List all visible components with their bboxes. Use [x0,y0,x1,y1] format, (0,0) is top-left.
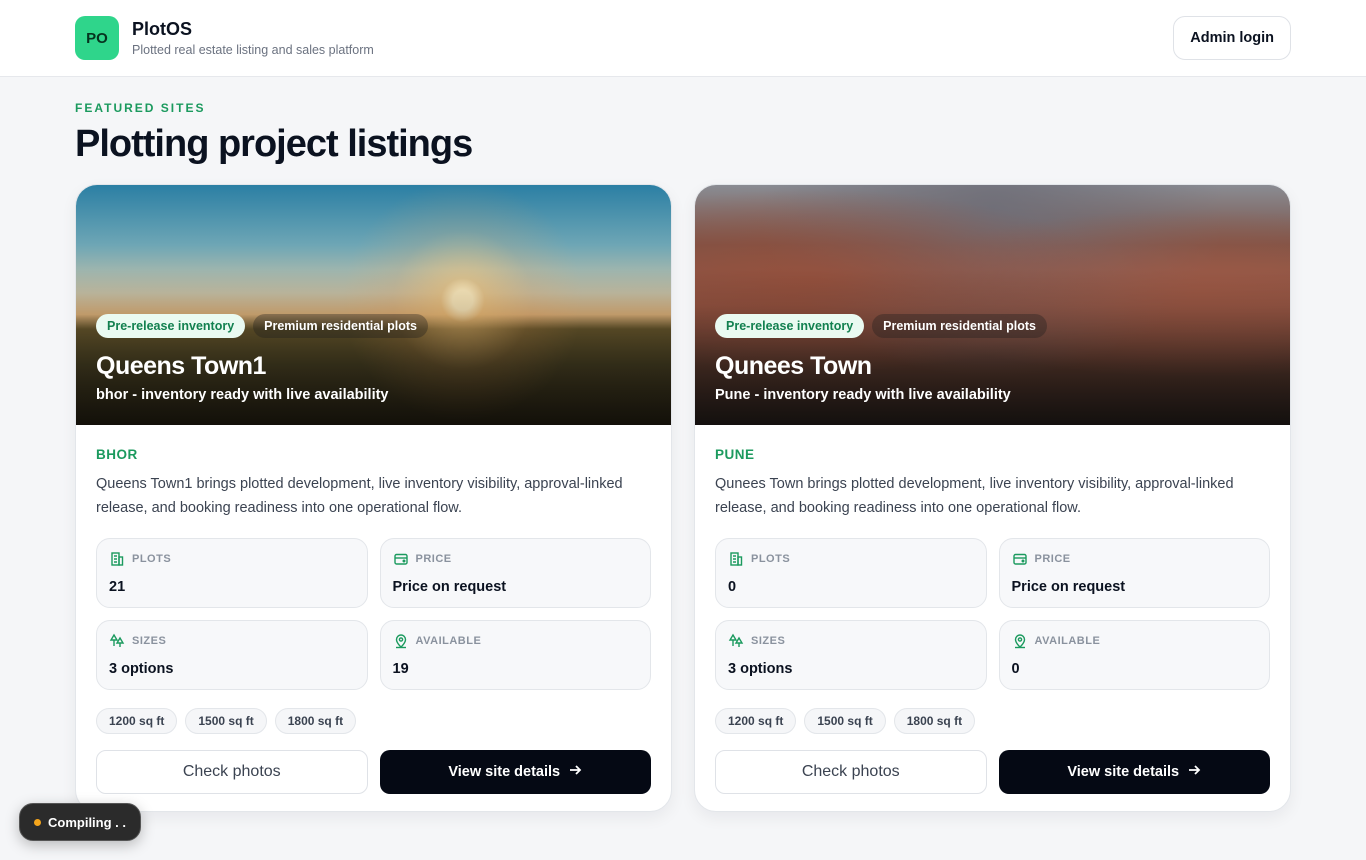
listing-body: PUNE Qunees Town brings plotted developm… [695,425,1290,794]
stats-grid: PLOTS 0 PRICE Price on request SIZES 3 o… [715,538,1270,690]
brand-text: PlotOS Plotted real estate listing and s… [132,19,374,57]
check-photos-button[interactable]: Check photos [96,750,368,794]
map-pin-icon [393,633,409,649]
admin-login-button[interactable]: Admin login [1173,16,1291,60]
brand: PO PlotOS Plotted real estate listing an… [75,16,374,60]
stat-value: 21 [109,579,126,595]
size-chip: 1800 sq ft [893,708,976,734]
listing-card: Pre-release inventory Premium residentia… [75,184,672,812]
listing-subtitle: Pune - inventory ready with live availab… [715,387,1011,403]
brand-tagline: Plotted real estate listing and sales pl… [132,43,374,57]
listing-city: PUNE [715,447,755,462]
size-chip: 1800 sq ft [274,708,357,734]
stat-value: Price on request [1011,579,1126,595]
listing-body: BHOR Queens Town1 brings plotted develop… [76,425,671,794]
stat-value: 0 [728,579,737,595]
check-photos-button[interactable]: Check photos [715,750,987,794]
size-chips: 1200 sq ft 1500 sq ft 1800 sq ft [715,708,1270,734]
listing-city: BHOR [96,447,138,462]
compiling-status-toast[interactable]: Compiling . . [19,803,141,841]
stat-label: PRICE [1034,553,1071,565]
listing-subtitle: bhor - inventory ready with live availab… [96,387,389,403]
hero-overlay: Pre-release inventory Premium residentia… [715,314,1270,403]
type-badge: Premium residential plots [253,314,428,338]
stat-label: AVAILABLE [415,635,482,647]
listing-hero-image[interactable]: Pre-release inventory Premium residentia… [695,185,1290,425]
card-actions: Check photos View site details [715,750,1270,794]
stat-price: PRICE Price on request [379,538,651,608]
hero-overlay: Pre-release inventory Premium residentia… [96,314,651,403]
top-bar: PO PlotOS Plotted real estate listing an… [0,0,1366,77]
main-content: FEATURED SITES Plotting project listings… [0,77,1366,812]
stat-label: PLOTS [751,553,791,565]
stat-sizes: SIZES 3 options [96,620,368,690]
stat-value: 19 [392,661,409,677]
stat-sizes: SIZES 3 options [715,620,987,690]
size-chip: 1500 sq ft [185,708,267,734]
section-eyebrow: FEATURED SITES [75,101,206,115]
trees-icon [109,633,125,649]
stat-label: AVAILABLE [1034,635,1101,647]
view-site-details-label: View site details [1067,764,1180,780]
stat-available: AVAILABLE 0 [998,620,1270,690]
brand-logo[interactable]: PO [75,16,119,60]
wallet-icon [393,551,409,567]
stat-label: PRICE [415,553,452,565]
card-actions: Check photos View site details [96,750,651,794]
stat-value: 0 [1011,661,1020,677]
listing-hero-image[interactable]: Pre-release inventory Premium residentia… [76,185,671,425]
size-chips: 1200 sq ft 1500 sq ft 1800 sq ft [96,708,651,734]
size-chip: 1500 sq ft [804,708,886,734]
wallet-icon [1012,551,1028,567]
listing-title: Queens Town1 [96,352,266,380]
stat-available: AVAILABLE 19 [379,620,651,690]
stat-value: 3 options [728,661,793,677]
size-chip: 1200 sq ft [96,708,178,734]
listing-card: Pre-release inventory Premium residentia… [694,184,1291,812]
stat-price: PRICE Price on request [998,538,1270,608]
listing-description: Qunees Town brings plotted development, … [715,476,1234,516]
stat-plots: PLOTS 21 [96,538,368,608]
building-icon [109,551,125,567]
view-site-details-button[interactable]: View site details [379,750,651,794]
listing-cards: Pre-release inventory Premium residentia… [75,184,1291,812]
trees-icon [728,633,744,649]
arrow-right-icon [568,763,582,781]
compiling-label: Compiling . . [48,814,126,830]
brand-name: PlotOS [132,19,193,39]
status-dot [34,818,41,826]
stat-label: SIZES [132,635,167,647]
size-chip: 1200 sq ft [715,708,797,734]
stat-label: SIZES [751,635,786,647]
map-pin-icon [1012,633,1028,649]
status-badge: Pre-release inventory [715,314,865,338]
stat-label: PLOTS [132,553,172,565]
arrow-right-icon [1187,763,1201,781]
building-icon [728,551,744,567]
stat-plots: PLOTS 0 [715,538,987,608]
stat-value: Price on request [392,579,507,595]
listing-description: Queens Town1 brings plotted development,… [96,476,623,516]
page-title: Plotting project listings [75,123,473,165]
view-site-details-label: View site details [448,764,561,780]
stat-value: 3 options [109,661,174,677]
stats-grid: PLOTS 21 PRICE Price on request SIZES 3 … [96,538,651,690]
hero-chips: Pre-release inventory Premium residentia… [96,314,651,338]
type-badge: Premium residential plots [872,314,1047,338]
listing-title: Qunees Town [715,352,872,380]
status-badge: Pre-release inventory [96,314,246,338]
view-site-details-button[interactable]: View site details [998,750,1270,794]
hero-chips: Pre-release inventory Premium residentia… [715,314,1270,338]
